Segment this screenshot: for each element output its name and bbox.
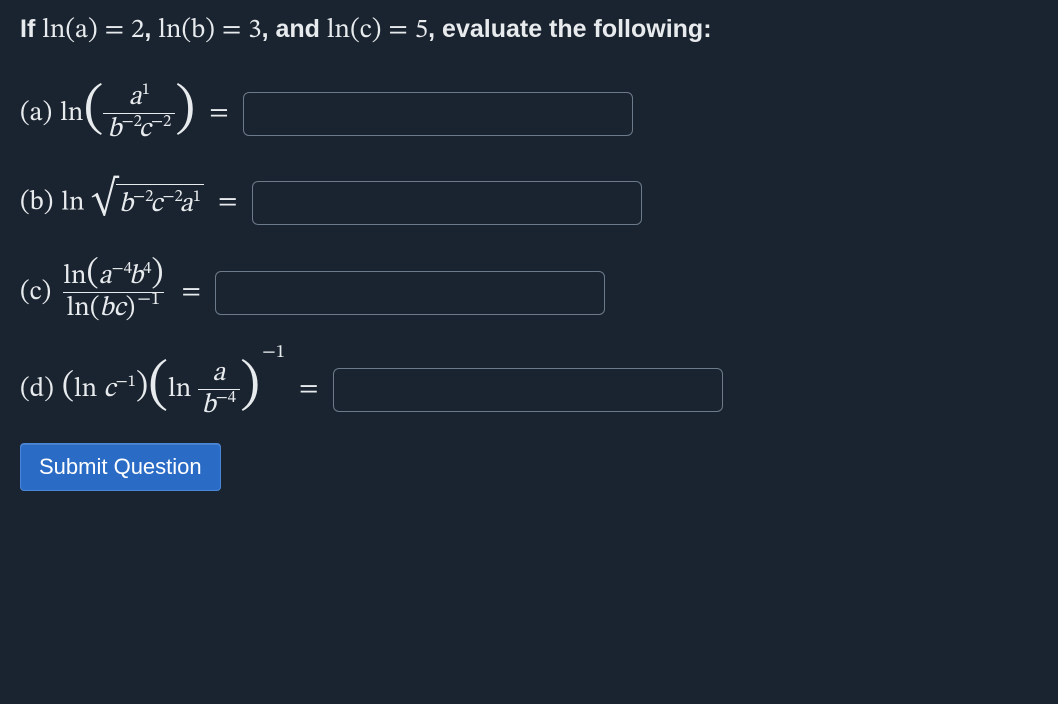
exp-neg1: −1 bbox=[116, 373, 136, 390]
equals-sign: = bbox=[209, 97, 228, 131]
numerator: a1 bbox=[125, 84, 154, 113]
part-d-expression: (ln c−1)(ln a b−4 )−1 bbox=[62, 360, 285, 419]
exp-neg4: −4 bbox=[216, 389, 236, 406]
exp-1: 1 bbox=[193, 188, 201, 205]
exp-neg2: −2 bbox=[151, 113, 171, 130]
equals: = bbox=[222, 17, 241, 44]
given-eq3-lhs: ln(c) bbox=[327, 17, 382, 44]
given-eq2-lhs: ln(b) bbox=[158, 17, 215, 44]
answer-input-a[interactable] bbox=[243, 92, 633, 136]
part-d-row: (d) (ln c−1)(ln a b−4 )−1 = bbox=[20, 360, 1038, 419]
var-a: a bbox=[212, 360, 225, 387]
radicand: b−2c−2a1 bbox=[116, 184, 204, 222]
var-a: a bbox=[129, 84, 142, 111]
part-a-label: (a) bbox=[20, 97, 52, 131]
part-a-expression: ln( a1 b−2c−2 ) bbox=[60, 84, 195, 143]
given-eq2-rhs: 3 bbox=[248, 17, 261, 44]
part-b-label: (b) bbox=[20, 186, 53, 220]
var-a: a bbox=[180, 191, 193, 218]
submit-button[interactable]: Submit Question bbox=[20, 443, 221, 491]
fraction: ln(a−4b4) ln(bc)−1 bbox=[59, 263, 167, 322]
denominator: b−4 bbox=[198, 389, 240, 419]
var-c: c bbox=[150, 191, 162, 218]
var-c: c bbox=[104, 376, 116, 403]
part-a-row: (a) ln( a1 b−2c−2 ) = bbox=[20, 84, 1038, 143]
equals: = bbox=[105, 17, 124, 44]
denominator: ln(bc)−1 bbox=[63, 292, 165, 322]
equals-sign: = bbox=[182, 276, 201, 310]
ln-fn: ln bbox=[67, 295, 90, 322]
question-prompt: If ln(a) = 2, ln(b) = 3, and ln(c) = 5, … bbox=[20, 14, 1038, 48]
prompt-suffix: , evaluate the following: bbox=[428, 15, 711, 43]
part-b-expression: ln √ b−2c−2a1 bbox=[61, 184, 204, 222]
var-b: b bbox=[202, 392, 216, 419]
part-b-row: (b) ln √ b−2c−2a1 = bbox=[20, 181, 1038, 225]
ln-fn: ln bbox=[63, 263, 86, 290]
denominator: b−2c−2 bbox=[103, 113, 175, 143]
part-c-expression: ln(a−4b4) ln(bc)−1 bbox=[59, 263, 167, 322]
exp-4: 4 bbox=[143, 260, 151, 277]
given-eq3-rhs: 5 bbox=[415, 17, 428, 44]
part-c-label: (c) bbox=[20, 276, 51, 310]
equals-sign: = bbox=[218, 186, 237, 220]
fraction: a1 b−2c−2 bbox=[103, 84, 175, 143]
var-bc: bc bbox=[99, 295, 125, 322]
var-b: b bbox=[129, 263, 143, 290]
and-sep: , and bbox=[262, 15, 327, 43]
var-a: a bbox=[99, 263, 112, 290]
outer-exp: −1 bbox=[262, 342, 285, 365]
ln-fn: ln bbox=[60, 100, 83, 127]
fraction: a b−4 bbox=[198, 360, 240, 419]
answer-input-c[interactable] bbox=[215, 271, 605, 315]
ln-fn: ln bbox=[61, 189, 84, 216]
ln-fn: ln bbox=[74, 376, 97, 403]
sep: , bbox=[144, 15, 158, 43]
var-b: b bbox=[107, 116, 121, 143]
radical-icon: √ bbox=[91, 184, 118, 215]
numerator: ln(a−4b4) bbox=[59, 263, 167, 292]
part-c-row: (c) ln(a−4b4) ln(bc)−1 = bbox=[20, 263, 1038, 322]
answer-input-b[interactable] bbox=[252, 181, 642, 225]
var-c: c bbox=[139, 116, 151, 143]
equals: = bbox=[388, 17, 407, 44]
numerator: a bbox=[208, 360, 229, 389]
part-d-label: (d) bbox=[20, 373, 54, 407]
given-eq1-lhs: ln(a) bbox=[42, 17, 97, 44]
answer-input-d[interactable] bbox=[333, 368, 723, 412]
equals-sign: = bbox=[299, 373, 318, 407]
square-root: √ b−2c−2a1 bbox=[91, 184, 204, 222]
given-eq1-rhs: 2 bbox=[131, 17, 144, 44]
var-b: b bbox=[119, 191, 133, 218]
exp-1: 1 bbox=[142, 81, 150, 98]
outer-exp: −1 bbox=[137, 291, 160, 310]
prompt-prefix: If bbox=[20, 15, 42, 43]
ln-fn: ln bbox=[168, 376, 191, 403]
